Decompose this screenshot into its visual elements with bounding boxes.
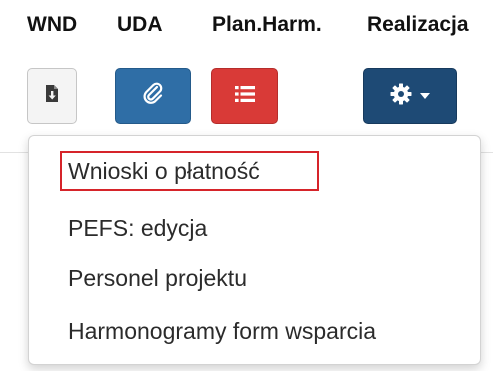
- download-document-button[interactable]: [27, 68, 77, 124]
- column-header-row: WND UDA Plan.Harm. Realizacja: [0, 0, 493, 60]
- caret-down-icon: [419, 87, 431, 105]
- column-header-uda: UDA: [117, 13, 163, 36]
- menu-item-wnioski-o-platnosc[interactable]: Wnioski o płatność: [68, 158, 260, 185]
- menu-item-personel-projektu[interactable]: Personel projektu: [68, 265, 247, 292]
- paperclip-icon: [140, 81, 166, 112]
- column-header-plan-harm: Plan.Harm.: [212, 13, 322, 36]
- column-header-wnd: WND: [27, 13, 78, 36]
- menu-item-harmonogramy-form-wsparcia[interactable]: Harmonogramy form wsparcia: [68, 318, 376, 345]
- menu-item-pefs-edycja[interactable]: PEFS: edycja: [68, 215, 207, 242]
- download-document-icon: [44, 84, 60, 109]
- column-header-realizacja: Realizacja: [367, 13, 469, 36]
- list-button[interactable]: [211, 68, 278, 124]
- settings-dropdown-button[interactable]: [363, 68, 457, 124]
- settings-dropdown-menu: Wnioski o płatność PEFS: edycja Personel…: [28, 135, 481, 365]
- list-icon: [234, 84, 256, 109]
- gear-icon: [389, 82, 413, 111]
- attachments-button[interactable]: [115, 68, 191, 124]
